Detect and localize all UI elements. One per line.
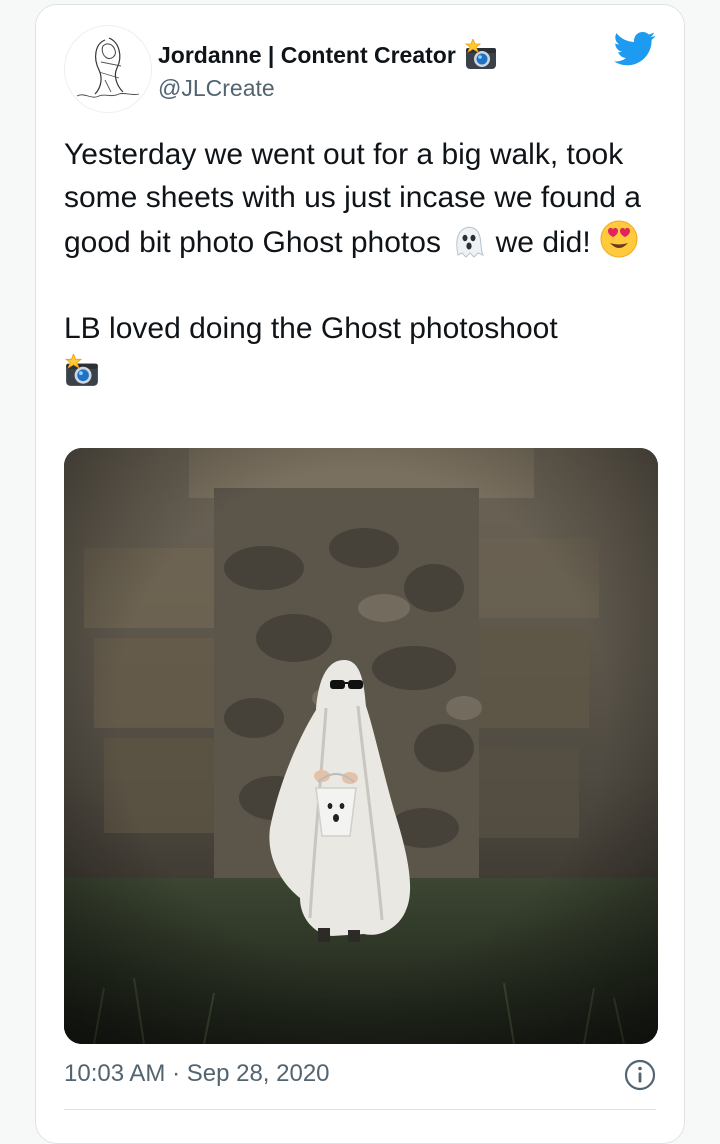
ghost-photo-image [64, 448, 658, 1044]
display-name-text: Jordanne | Content Creator [158, 41, 456, 68]
tweet-text: Yesterday we went out for a big walk, to… [64, 133, 654, 393]
divider [64, 1109, 656, 1110]
camera-flash-icon [65, 354, 99, 387]
info-icon[interactable] [624, 1059, 656, 1091]
tweet-card[interactable]: Jordanne | Content Creator @JLCreate Yes… [35, 4, 685, 1144]
tweet-timestamp[interactable]: 10:03 AM · Sep 28, 2020 [64, 1060, 330, 1088]
tweet-text-line-2: LB loved doing the Ghost photoshoot [64, 312, 558, 345]
twitter-bird-icon[interactable] [614, 31, 656, 67]
display-name[interactable]: Jordanne | Content Creator [158, 39, 498, 71]
user-handle[interactable]: @JLCreate [158, 75, 275, 102]
tweet-photo[interactable] [64, 448, 658, 1044]
heart-eyes-icon [600, 220, 638, 258]
tweet-text-line-1-end: we did! [495, 226, 591, 259]
camera-flash-icon [465, 39, 497, 70]
logo-sketch [76, 37, 140, 98]
tweet-paragraph-1: Yesterday we went out for a big walk, to… [64, 133, 654, 264]
tweet-paragraph-2: LB loved doing the Ghost photoshoot [64, 307, 654, 393]
avatar[interactable] [64, 25, 152, 113]
ghost-icon [456, 226, 485, 258]
